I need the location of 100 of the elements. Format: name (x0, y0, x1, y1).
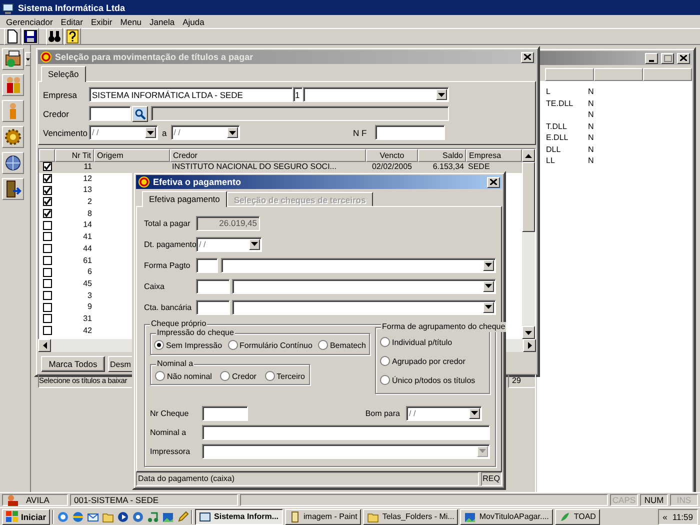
pencil-icon (176, 510, 189, 522)
radio-button[interactable] (380, 337, 390, 347)
radio-button[interactable] (264, 371, 275, 381)
expand-tray-button[interactable]: « (662, 512, 668, 522)
menu-item[interactable]: Exibir (87, 16, 116, 26)
input-field[interactable] (196, 258, 218, 272)
radio-button[interactable] (380, 375, 390, 385)
dropdown-button[interactable] (436, 89, 447, 100)
taskbar-button[interactable]: Telas_Folders - Mi... (363, 508, 458, 524)
radio-label: Credor (232, 372, 256, 380)
checkbox[interactable] (42, 302, 52, 312)
start-button[interactable]: Iniciar (2, 508, 50, 524)
folder-icon (367, 510, 380, 522)
taskbar-button[interactable]: MovTituloAPagar.... (460, 508, 553, 524)
radio-button[interactable] (154, 340, 164, 350)
taskbar-icon[interactable] (176, 510, 190, 524)
taskbar-icon[interactable] (131, 510, 144, 524)
folder-icon (102, 510, 114, 522)
checkbox[interactable] (42, 244, 52, 254)
table-cell-text: T.DLL (545, 120, 568, 132)
checkbox[interactable] (42, 290, 52, 300)
table-cell-text: 45 (82, 278, 93, 290)
menu-item[interactable]: Janela (146, 16, 179, 26)
tab[interactable]: Seleção (41, 66, 86, 82)
input-field[interactable] (375, 125, 445, 140)
checkbox[interactable] (42, 326, 52, 335)
radio-button[interactable] (155, 371, 165, 381)
toolbar-button[interactable] (2, 178, 24, 200)
input-field[interactable]: 1 (293, 87, 303, 102)
checkbox[interactable] (42, 256, 52, 265)
date-field[interactable]: / / (89, 125, 158, 140)
taskbar-button[interactable]: imagem - Paint (284, 508, 362, 524)
close-button[interactable] (487, 176, 500, 188)
toolbar-button[interactable] (64, 28, 81, 45)
input-field[interactable] (202, 406, 248, 420)
checkbox[interactable] (42, 220, 52, 230)
dropdown-button[interactable] (483, 260, 494, 270)
checkbox[interactable] (42, 174, 52, 184)
dropdown-field[interactable] (221, 258, 496, 272)
dropdown-field[interactable] (232, 300, 496, 314)
dropdown-button[interactable] (469, 408, 480, 418)
checkbox[interactable] (42, 186, 52, 195)
dropdown-button[interactable] (483, 302, 494, 312)
radio-button[interactable] (380, 356, 390, 366)
table-cell-text: 02/02/2005 (370, 161, 414, 173)
date-field[interactable]: / / (196, 236, 262, 252)
dropdown-button[interactable] (226, 127, 238, 138)
taskbar-icon[interactable] (56, 510, 70, 524)
menu-item[interactable]: Menu (116, 16, 146, 26)
checkbox[interactable] (42, 209, 52, 218)
toolbar-button[interactable] (4, 28, 21, 45)
input-field[interactable] (196, 300, 230, 314)
input-field[interactable]: SISTEMA INFORMÁTICA LTDA - SEDE (89, 87, 293, 102)
toolbar-button[interactable] (2, 152, 24, 174)
checkbox[interactable] (42, 268, 52, 277)
box-icon (3, 49, 23, 69)
toolbar-button[interactable] (2, 126, 24, 148)
checkbox[interactable] (42, 232, 52, 242)
field-label: Total a pagar (144, 218, 192, 228)
toolbar-button[interactable] (2, 74, 24, 96)
dropdown-button[interactable] (249, 238, 260, 250)
table-cell-text: N (588, 86, 595, 98)
date-field[interactable]: / / (406, 406, 482, 420)
radio-button[interactable] (228, 340, 238, 350)
checkbox[interactable] (42, 197, 52, 206)
status-indicator: NUM (640, 494, 668, 506)
table-cell-text: N (588, 120, 595, 132)
date-field[interactable]: / / (170, 125, 240, 140)
taskbar-button[interactable]: TOAD (554, 508, 600, 524)
toolbar-button[interactable] (2, 48, 24, 70)
caret-icon (471, 411, 478, 415)
radio-label: Bematech (330, 340, 366, 350)
menu-item[interactable]: Gerenciador (2, 16, 57, 26)
button[interactable]: Marca Todos (41, 356, 105, 372)
caret-icon (479, 449, 486, 453)
app-icon (40, 51, 52, 63)
dropdown-field[interactable] (232, 278, 496, 294)
search-button[interactable] (132, 106, 148, 122)
radio-button[interactable] (220, 371, 230, 381)
taskbar-button[interactable]: Sistema Inform... (195, 508, 283, 524)
table-cell-text: LL (545, 155, 556, 166)
scrollbar[interactable] (522, 149, 535, 339)
dropdown-field[interactable] (303, 87, 449, 102)
radio-label: Agrupado por credor (392, 356, 466, 366)
menu-item[interactable]: Ajuda (178, 16, 208, 26)
input-field[interactable] (202, 424, 490, 440)
dropdown-button[interactable] (483, 280, 494, 292)
checkbox[interactable] (42, 279, 52, 288)
menu-item[interactable]: Editar (56, 16, 87, 26)
checkbox[interactable] (42, 314, 52, 324)
input-field[interactable] (89, 106, 131, 121)
radio-button[interactable] (318, 340, 328, 350)
tab[interactable]: Efetiva pagamento (142, 191, 227, 207)
taskbar-icon[interactable] (116, 510, 130, 524)
checkbox[interactable] (42, 162, 52, 172)
table-cell-text: 31 (82, 312, 93, 325)
input-field[interactable] (196, 278, 230, 294)
dropdown-button[interactable] (145, 127, 156, 138)
toolbar-button[interactable] (46, 28, 63, 45)
toolbar-button[interactable] (22, 28, 39, 45)
